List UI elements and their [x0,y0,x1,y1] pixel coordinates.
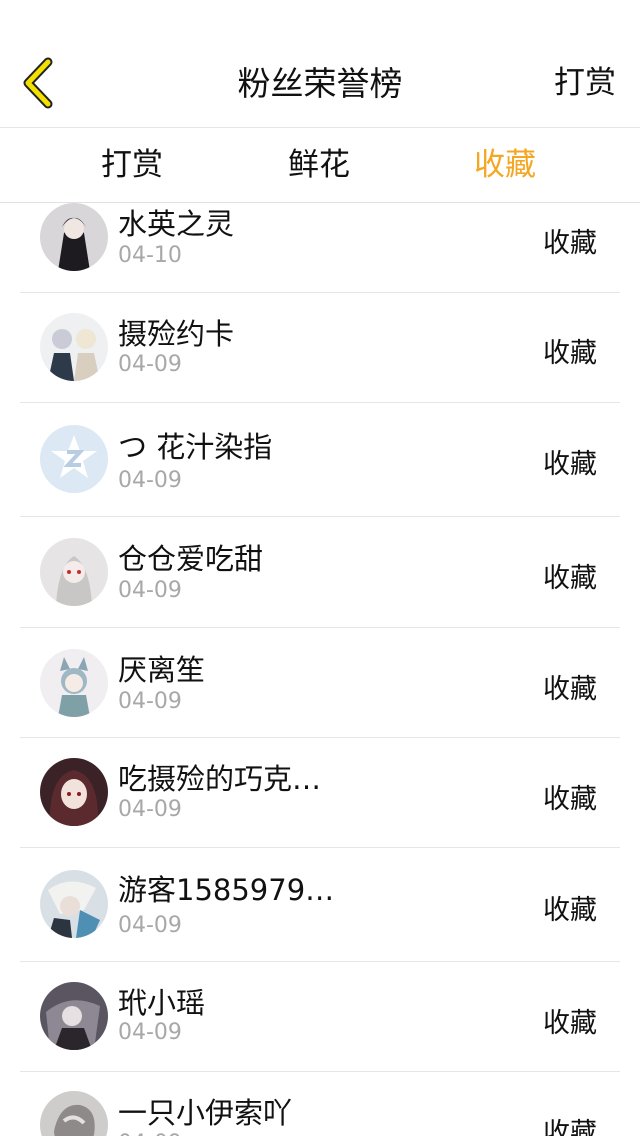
fan-date: 04-09 [118,352,182,377]
nav-header: 粉丝荣誉榜 打赏 [0,40,640,128]
fan-date: 04-09 [118,468,182,493]
avatar [40,982,108,1050]
fan-name: 厌离笙 [118,653,206,687]
gift-type: 收藏 [543,338,597,369]
fan-name: 玳小瑶 [118,986,206,1020]
chevron-left-icon [23,57,53,109]
list-item[interactable]: 仓仓爱吃甜 04-09 收藏 [20,516,620,628]
avatar [40,649,108,717]
tab-reward[interactable]: 打赏 [62,128,202,202]
tab-collect[interactable]: 收藏 [435,128,575,202]
fan-date: 04-09 [118,1131,182,1136]
fan-date: 04-09 [118,1020,182,1045]
gift-type: 收藏 [543,1008,597,1039]
back-button[interactable] [18,56,58,110]
avatar [40,538,108,606]
fan-name: 游客1585979… [118,873,335,907]
avatar [40,1091,108,1136]
fan-name: 吃摄殓的巧克… [118,762,322,796]
avatar [40,313,108,381]
fan-name: 摄殓约卡 [118,317,235,351]
page-title: 粉丝荣誉榜 [237,64,403,103]
fan-date: 04-09 [118,797,182,822]
fan-date: 04-09 [118,913,182,938]
list-item[interactable]: つ 花汁染指 04-09 收藏 [20,402,620,517]
gift-type: 收藏 [543,674,597,705]
avatar [40,425,108,493]
gift-type: 收藏 [543,895,597,926]
reward-link[interactable]: 打赏 [554,40,616,127]
fan-date: 04-09 [118,689,182,714]
list-item[interactable]: 一只小伊索吖 04-09 收藏 [20,1071,620,1136]
fan-date: 04-09 [118,578,182,603]
fan-date: 04-10 [118,243,182,268]
gift-type: 收藏 [543,1118,597,1136]
gift-type: 收藏 [543,228,597,259]
list-item[interactable]: 厌离笙 04-09 收藏 [20,627,620,738]
fan-name: つ 花汁染指 [118,430,273,464]
list-item[interactable]: 游客1585979… 04-09 收藏 [20,847,620,962]
fan-name: 仓仓爱吃甜 [118,542,264,576]
tab-bar: 打赏 鲜花 收藏 [0,128,640,203]
list-item[interactable]: 玳小瑶 04-09 收藏 [20,961,620,1072]
fan-name: 水英之灵 [118,207,235,241]
list-item[interactable]: 吃摄殓的巧克… 04-09 收藏 [20,737,620,848]
avatar [40,758,108,826]
gift-type: 收藏 [543,449,597,480]
list-item[interactable]: 水英之灵 04-10 收藏 [20,203,620,293]
avatar [40,203,108,271]
avatar [40,870,108,938]
tab-flowers[interactable]: 鲜花 [249,128,389,202]
fan-name: 一只小伊索吖 [118,1096,293,1130]
list-item[interactable]: 摄殓约卡 04-09 收藏 [20,292,620,403]
gift-type: 收藏 [543,563,597,594]
fan-list: 水英之灵 04-10 收藏 摄殓约卡 04-09 收藏 つ 花汁染指 04-09… [0,203,640,1136]
gift-type: 收藏 [543,784,597,815]
